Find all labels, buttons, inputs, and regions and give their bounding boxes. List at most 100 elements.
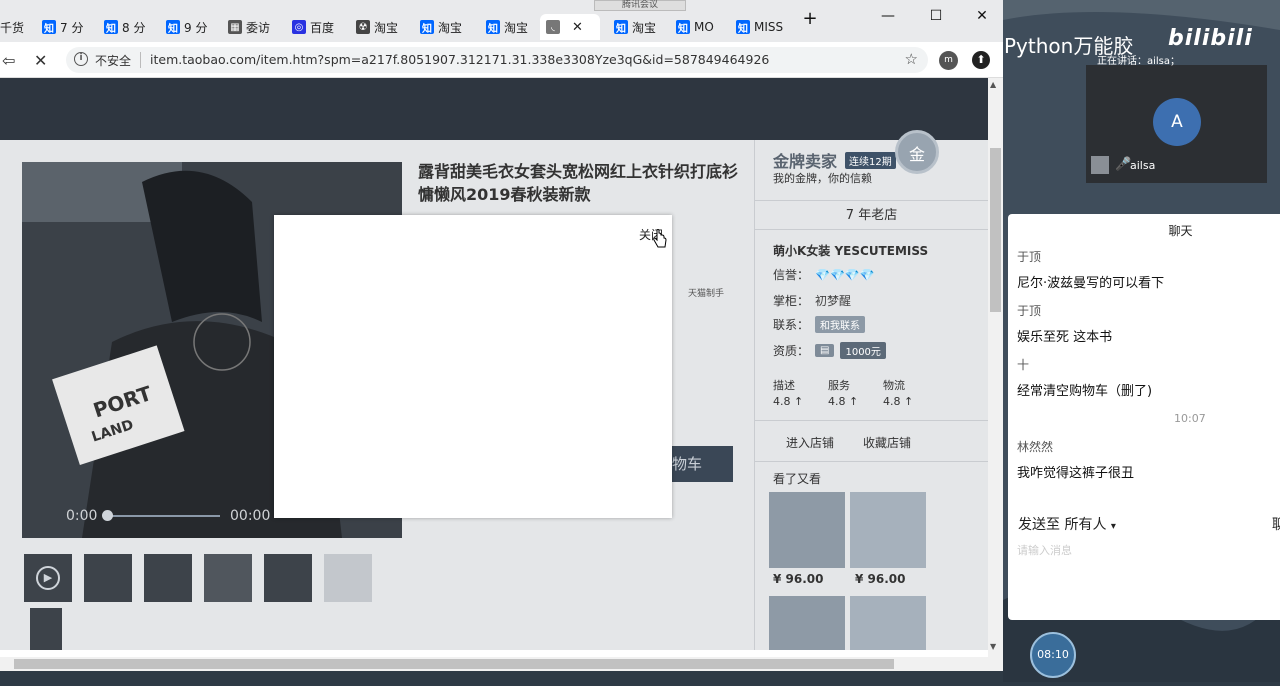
recording-timer[interactable]: 08:10 (1030, 632, 1076, 678)
page-header-dimmed (0, 78, 988, 140)
chat-message: 十经常清空购物车（删了) (1017, 356, 1152, 399)
stop-loading-icon[interactable]: ✕ (34, 51, 47, 70)
tab-7[interactable]: ☢ 淘宝 (356, 14, 406, 40)
recommended-item[interactable] (769, 596, 845, 650)
tab-label: 8 分 (122, 20, 146, 35)
thumbnail-image[interactable] (324, 554, 372, 602)
thumbnail-image[interactable] (144, 554, 192, 602)
bookmark-star-icon[interactable]: ☆ (905, 50, 918, 68)
tmall-note: 天猫制手 (688, 289, 725, 299)
rating-label: 物流 (883, 379, 905, 392)
thumbnail-video[interactable]: ▶ (24, 554, 72, 602)
zhihu-icon: 知 (486, 20, 500, 35)
zhihu-icon: 知 (166, 20, 180, 35)
play-icon: ▶ (36, 566, 60, 590)
back-icon[interactable]: ⇦ (2, 51, 15, 70)
tab-active[interactable]: ◟ ✕ (540, 14, 600, 40)
scroll-up-icon[interactable]: ▲ (990, 80, 996, 89)
tab-label: 千货 (0, 20, 25, 35)
chat-timestamp: 10:07 (1174, 412, 1206, 425)
license-icon: ▤ (815, 344, 835, 357)
scroll-down-icon[interactable]: ▼ (990, 642, 996, 651)
send-to-label: 发送至 (1018, 517, 1060, 533)
message-text: 尼尔·波兹曼写的可以看下 (1017, 276, 1165, 291)
close-window-button[interactable]: ✕ (972, 8, 992, 26)
divider (140, 52, 141, 68)
tab-9[interactable]: 知淘宝 (486, 14, 540, 40)
tab-11[interactable]: 知淘宝 (614, 14, 668, 40)
credit-row: 信誉： 💎💎💎💎 (773, 266, 875, 283)
horizontal-scroll-thumb[interactable] (14, 659, 894, 669)
tab-1[interactable]: 千货 (0, 14, 30, 40)
video-progress-handle[interactable] (102, 510, 113, 521)
chat-side-label: 聊 (1272, 517, 1280, 533)
tab-8[interactable]: 知淘宝 (420, 14, 474, 40)
qualification-label: 资质： (773, 344, 810, 358)
new-tab-button[interactable]: + (800, 8, 820, 29)
deposit-badge: 1000元 (840, 342, 886, 359)
tab-label: MISS (754, 20, 784, 34)
tab-label: 淘宝 (438, 20, 463, 35)
zhihu-icon: 知 (676, 20, 690, 35)
thumbnail-image[interactable] (204, 554, 252, 602)
maximize-button[interactable]: ☐ (926, 8, 946, 26)
contact-label: 联系： (773, 318, 810, 332)
rating-service: 服务 4.8 ↑ (828, 378, 858, 410)
send-to-selector[interactable]: 发送至 所有人 ▾ (1018, 514, 1116, 534)
loading-icon: ◟ (546, 20, 560, 34)
keeper-name[interactable]: 初梦醒 (815, 292, 851, 309)
sender: 十 (1017, 358, 1030, 372)
thumbnail-image[interactable] (30, 608, 62, 650)
keeper-label: 掌柜： (773, 294, 810, 308)
tab-label: 百度 (310, 20, 335, 35)
tab-5[interactable]: ▦ 委访 (228, 14, 278, 40)
tab-12[interactable]: 知 MO (676, 14, 726, 40)
rating-label: 服务 (828, 379, 850, 392)
recommended-item[interactable] (850, 492, 926, 568)
gold-seller-label: 金牌卖家 (773, 152, 838, 171)
recommended-item[interactable] (769, 492, 845, 568)
zhihu-icon: 知 (736, 20, 750, 35)
contact-button[interactable]: 和我联系 (815, 316, 866, 333)
shop-age: 7 年老店 (755, 200, 988, 230)
insecure-label: 不安全 (95, 54, 132, 68)
tab-13[interactable]: 知 MISS (736, 14, 788, 40)
product-title: 露背甜美毛衣女套头宽松网红上衣针织打底衫慵懒风2019春秋装新款 (418, 162, 739, 204)
extension-icon[interactable]: ⬆ (972, 51, 990, 69)
microphone-icon[interactable]: 🎤 (1115, 157, 1131, 172)
tab-2[interactable]: 知 7 分 (42, 14, 88, 40)
tab-6[interactable]: ◎ 百度 (292, 14, 342, 40)
rating-score: 4.8 ↑ (828, 395, 859, 408)
meeting-tooltip: 腾讯会议 (594, 0, 686, 11)
rating-describe: 描述 4.8 ↑ (773, 378, 803, 410)
tab-label: 淘宝 (632, 20, 657, 35)
info-icon[interactable]: i (74, 52, 88, 66)
thumbnail-image[interactable] (84, 554, 132, 602)
enter-shop-link[interactable]: 进入店铺 (786, 434, 834, 451)
rating-logistics: 物流 4.8 ↑ (883, 378, 913, 410)
profile-avatar[interactable]: m (939, 51, 958, 70)
shop-name[interactable]: 萌小K女装 YESCUTEMISS (773, 242, 928, 259)
chevron-down-icon: ▾ (1110, 521, 1116, 532)
rating-score: 4.8 ↑ (773, 395, 804, 408)
message-text: 我咋觉得这裤子很丑 (1017, 466, 1135, 481)
vertical-scroll-thumb[interactable] (990, 148, 1001, 312)
chat-message: 林然然 我咋觉得这裤子很丑 (1017, 438, 1134, 481)
tab-label: 淘宝 (504, 20, 529, 35)
chat-title: 聊天 (1168, 224, 1193, 238)
url-text[interactable]: item.taobao.com/item.htm?spm=a217f.80519… (150, 52, 769, 67)
browser-window: 千货 知7 分 知8 分 知9 分 ▦ 委访 ◎ 百度 ☢ 淘宝 知淘宝 知淘宝 ◟ ✕… (0, 0, 1003, 657)
tab-close-icon[interactable]: ✕ (572, 20, 583, 35)
tab-3[interactable]: 知 8 分 (104, 14, 150, 40)
url-box[interactable]: i 不安全 item.taobao.com/item.htm?spm=a217f… (66, 47, 928, 73)
chat-input[interactable]: 请输入消息 (1017, 542, 1072, 558)
minimize-button[interactable]: — (878, 8, 898, 26)
hand-cursor-icon (653, 229, 667, 248)
tab-4[interactable]: 知 9 分 (166, 14, 212, 40)
favorite-shop-link[interactable]: 收藏店铺 (863, 434, 911, 451)
keeper-row: 掌柜： 初梦醒 (773, 292, 851, 309)
speaking-indicator: 正在讲话：ailsa； (1097, 56, 1181, 67)
recommended-item[interactable] (850, 596, 926, 650)
video-progress-track[interactable] (108, 515, 220, 517)
thumbnail-image[interactable] (264, 554, 312, 602)
